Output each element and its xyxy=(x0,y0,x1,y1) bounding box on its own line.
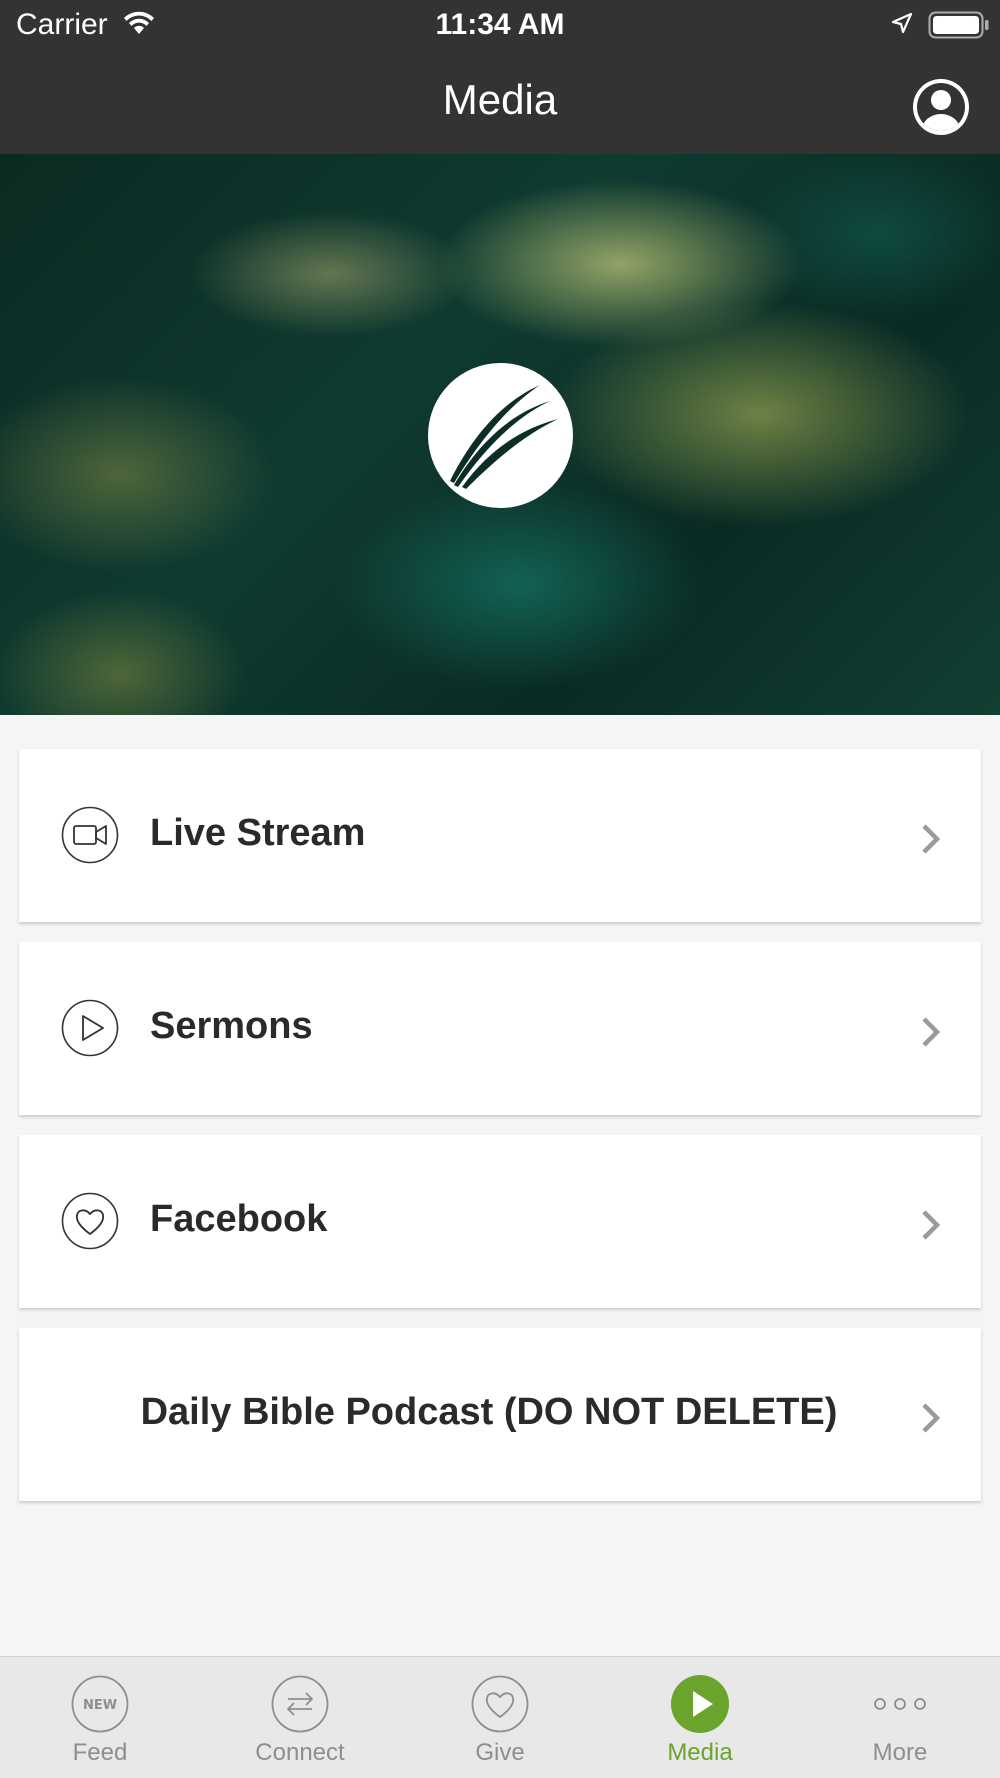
tab-label: More xyxy=(872,1739,928,1766)
battery-icon xyxy=(928,11,990,44)
menu-item-label: Daily Bible Podcast (DO NOT DELETE) xyxy=(140,1391,838,1433)
heart-icon xyxy=(471,1675,529,1733)
tab-label: Media xyxy=(667,1739,733,1766)
tab-label: Give xyxy=(475,1739,525,1766)
sermons-item[interactable]: Sermons xyxy=(19,942,981,1115)
nav-bar: Media xyxy=(0,50,1000,154)
new-badge-icon: NEW xyxy=(71,1675,129,1733)
tab-more[interactable]: More xyxy=(800,1657,1000,1778)
tab-feed[interactable]: NEW Feed xyxy=(0,1657,200,1778)
status-time: 11:34 AM xyxy=(435,8,565,41)
play-icon xyxy=(671,1675,729,1733)
location-arrow-icon xyxy=(890,12,914,41)
tab-media[interactable]: Media xyxy=(600,1657,800,1778)
chevron-right-icon xyxy=(919,1207,943,1248)
user-circle-icon xyxy=(913,79,969,135)
tab-bar: NEW Feed Connect Give Media More xyxy=(0,1656,1000,1778)
chevron-right-icon xyxy=(919,821,943,862)
swap-arrows-icon xyxy=(271,1675,329,1733)
menu-item-label: Sermons xyxy=(150,1005,313,1047)
facebook-item[interactable]: Facebook xyxy=(19,1135,981,1308)
live-stream-item[interactable]: Live Stream xyxy=(19,749,981,922)
tab-give[interactable]: Give xyxy=(400,1657,600,1778)
play-circle-icon xyxy=(61,999,119,1057)
new-badge-text: NEW xyxy=(83,1698,117,1713)
tab-label: Feed xyxy=(72,1739,128,1766)
page-title: Media xyxy=(442,76,558,123)
media-menu-list: Live Stream Sermons Facebook Daily Bible… xyxy=(19,749,981,1521)
menu-item-label: Facebook xyxy=(150,1198,328,1240)
heart-circle-icon xyxy=(61,1192,119,1250)
hero-banner xyxy=(0,154,1000,715)
church-logo-icon xyxy=(428,363,573,508)
tab-connect[interactable]: Connect xyxy=(200,1657,400,1778)
menu-item-label: Live Stream xyxy=(150,812,366,854)
ellipsis-icon xyxy=(871,1675,929,1733)
tab-label: Connect xyxy=(255,1739,345,1766)
chevron-right-icon xyxy=(919,1400,943,1441)
video-camera-icon xyxy=(61,806,119,864)
status-bar: Carrier 11:34 AM xyxy=(0,0,1000,50)
daily-bible-podcast-item[interactable]: Daily Bible Podcast (DO NOT DELETE) xyxy=(19,1328,981,1501)
chevron-right-icon xyxy=(919,1014,943,1055)
profile-button[interactable] xyxy=(912,78,970,136)
